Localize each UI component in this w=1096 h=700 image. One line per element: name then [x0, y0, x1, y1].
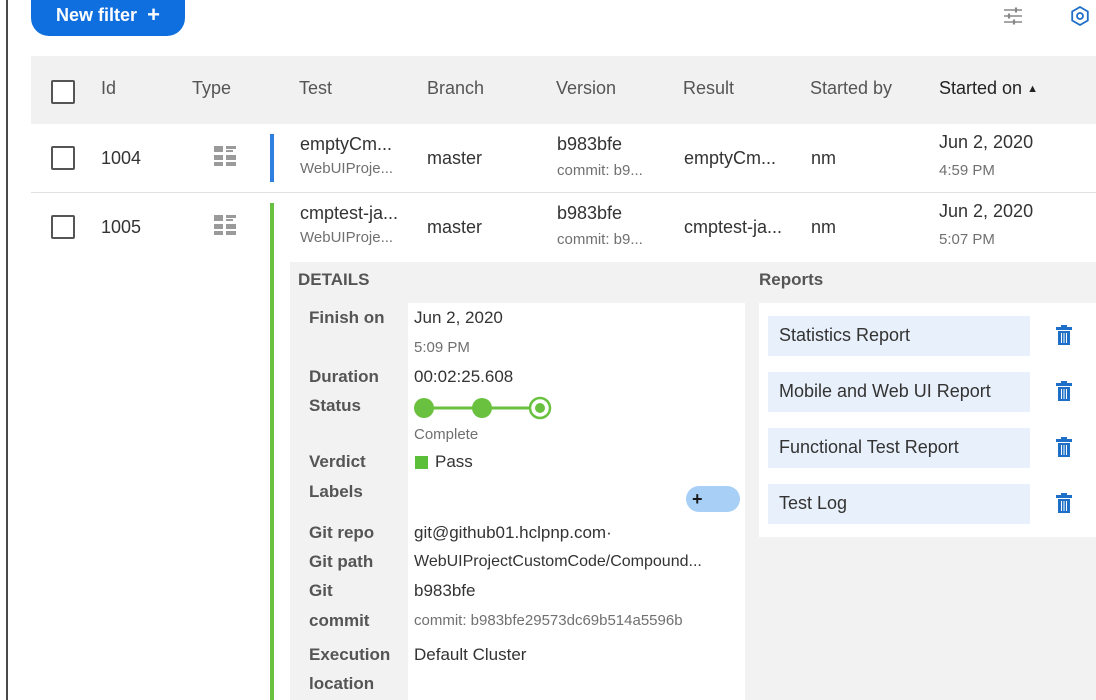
- row-branch: master: [427, 148, 483, 168]
- column-header-type[interactable]: Type: [192, 78, 231, 99]
- filter-settings-icon[interactable]: [1003, 6, 1023, 31]
- test-type-icon: [213, 145, 237, 172]
- page-left-border: [6, 0, 8, 700]
- test-type-icon: [213, 214, 237, 241]
- table-row[interactable]: 1004 emptyCm... WebUIProje... master b98…: [31, 124, 1096, 192]
- execution-location-value: Default Cluster: [414, 645, 527, 664]
- execution-location-label-line2: location: [309, 674, 375, 693]
- column-header-result[interactable]: Result: [683, 78, 734, 99]
- row-result[interactable]: emptyCm...: [684, 148, 776, 169]
- git-path-label: Git path: [309, 552, 374, 571]
- column-header-started-on-label: Started on: [939, 78, 1023, 98]
- verdict-pass-icon: [415, 456, 428, 469]
- report-statistics[interactable]: Statistics Report: [768, 316, 1030, 356]
- row-status-stripe: [270, 203, 274, 700]
- row-version: b983bfe: [557, 134, 623, 154]
- add-label-button[interactable]: +: [686, 486, 740, 512]
- plus-icon: +: [692, 488, 703, 509]
- column-header-started-by[interactable]: Started by: [810, 78, 892, 99]
- trash-icon[interactable]: [1056, 493, 1072, 518]
- finish-on-time: 5:09 PM: [414, 339, 470, 356]
- finish-on-label: Finish on: [309, 308, 385, 327]
- duration-label: Duration: [309, 367, 379, 386]
- status-step-1: [414, 398, 434, 418]
- row-started-time: 4:59 PM: [939, 162, 995, 179]
- report-mobile-web-ui[interactable]: Mobile and Web UI Report: [768, 372, 1030, 412]
- git-commit-label: Git: [309, 581, 333, 600]
- table-row[interactable]: 1005 cmptest-ja... WebUIProje... master …: [31, 193, 1096, 261]
- labels-label: Labels: [309, 482, 363, 501]
- git-repo-label: Git repo: [309, 523, 375, 542]
- verdict-value: Pass: [435, 452, 473, 471]
- row-checkbox[interactable]: [51, 146, 75, 170]
- duration-value: 00:02:25.608: [414, 367, 514, 386]
- status-progress: [412, 396, 557, 425]
- new-filter-button[interactable]: New filter +: [31, 0, 185, 36]
- git-commit-value: b983bfe: [414, 581, 476, 600]
- row-version-commit: commit: b9...: [557, 231, 643, 248]
- plus-icon: +: [147, 2, 160, 27]
- row-started-date: Jun 2, 2020: [939, 201, 1034, 221]
- row-id: 1005: [101, 217, 142, 237]
- new-filter-label: New filter: [56, 4, 138, 25]
- status-label: Status: [309, 396, 361, 415]
- row-version: b983bfe: [557, 203, 623, 223]
- row-test-project: WebUIProje...: [300, 229, 394, 246]
- column-header-branch[interactable]: Branch: [427, 78, 484, 99]
- column-header-started-on[interactable]: Started on ▲: [939, 78, 1038, 99]
- column-header-test[interactable]: Test: [299, 78, 332, 99]
- row-status-stripe: [270, 134, 274, 182]
- row-test-project: WebUIProje...: [300, 160, 394, 177]
- status-step-2: [472, 398, 492, 418]
- git-repo-value: git@github01.hclpnp.com·: [414, 523, 612, 542]
- row-started-time: 5:07 PM: [939, 231, 995, 248]
- row-version-commit: commit: b9...: [557, 162, 643, 179]
- table-header: Id Type Test Branch Version Result Start…: [31, 56, 1096, 124]
- row-result[interactable]: cmptest-ja...: [684, 217, 782, 238]
- gear-icon[interactable]: [1070, 5, 1090, 31]
- finish-on-date: Jun 2, 2020: [414, 308, 503, 327]
- git-commit-label-line2: commit: [309, 611, 370, 630]
- row-branch: master: [427, 217, 483, 237]
- git-path-value: WebUIProjectCustomCode/Compound...: [414, 553, 702, 570]
- status-value: Complete: [414, 426, 479, 443]
- report-test-log[interactable]: Test Log: [768, 484, 1030, 524]
- row-test-name[interactable]: emptyCm...: [300, 134, 392, 155]
- row-checkbox[interactable]: [51, 215, 75, 239]
- column-header-id[interactable]: Id: [101, 78, 116, 99]
- row-test-name[interactable]: cmptest-ja...: [300, 203, 398, 224]
- row-started-date: Jun 2, 2020: [939, 132, 1034, 152]
- reports-title: Reports: [759, 270, 824, 289]
- column-header-version[interactable]: Version: [556, 78, 616, 99]
- sort-ascending-icon: ▲: [1027, 83, 1038, 95]
- trash-icon[interactable]: [1056, 325, 1072, 350]
- details-title: DETAILS: [298, 270, 370, 289]
- row-started-by: nm: [811, 217, 837, 237]
- select-all-checkbox[interactable]: [51, 80, 75, 104]
- row-started-by: nm: [811, 148, 837, 168]
- git-commit-full: commit: b983bfe29573dc69b514a5596b: [414, 612, 683, 629]
- trash-icon[interactable]: [1056, 437, 1072, 462]
- report-functional-test[interactable]: Functional Test Report: [768, 428, 1030, 468]
- execution-location-label: Execution: [309, 645, 391, 664]
- trash-icon[interactable]: [1056, 381, 1072, 406]
- verdict-label: Verdict: [309, 452, 366, 471]
- row-id: 1004: [101, 148, 142, 168]
